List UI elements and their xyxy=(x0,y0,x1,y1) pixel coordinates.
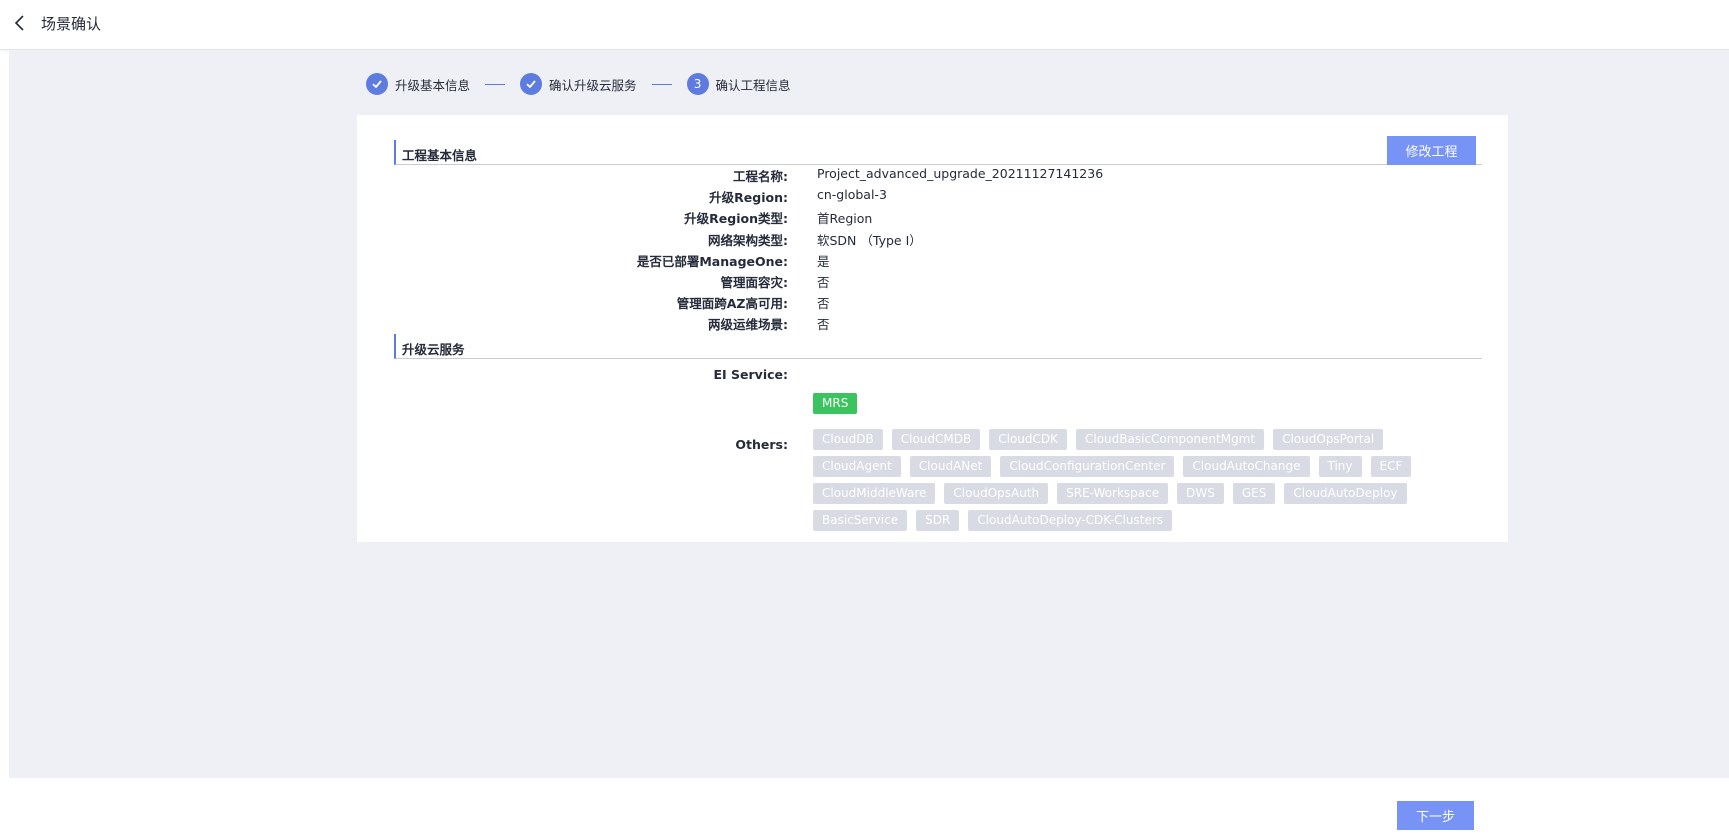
step-label: 确认工程信息 xyxy=(715,77,791,93)
others-label: Others: xyxy=(735,437,788,452)
info-value: Project_advanced_upgrade_20211127141236 xyxy=(817,166,1104,181)
page-title: 场景确认 xyxy=(41,15,102,33)
service-tag: DWS xyxy=(1177,483,1224,504)
service-tag: CloudAutoChange xyxy=(1183,456,1310,477)
info-value: cn-global-3 xyxy=(817,187,887,203)
service-tag: CloudMiddleWare xyxy=(813,483,936,504)
info-label: 升级Region: xyxy=(709,190,788,206)
info-row: 升级Region类型: 首Region xyxy=(357,206,1508,228)
info-row: 工程名称: Project_advanced_upgrade_2021112714… xyxy=(357,164,1508,186)
service-tag: CloudAutoDeploy xyxy=(1284,483,1407,504)
service-tag: CloudDB xyxy=(813,429,883,450)
section-title-text: 升级云服务 xyxy=(402,342,465,357)
info-row: 管理面跨AZ高可用: 否 xyxy=(357,291,1508,313)
ei-service-label: EI Service: xyxy=(713,367,788,382)
step-connector xyxy=(651,83,672,85)
service-tag: SDR xyxy=(916,510,960,531)
info-label: 工程名称: xyxy=(733,169,788,184)
service-tag: CloudOpsPortal xyxy=(1273,429,1384,450)
others-tag-list: CloudDB CloudCMDB CloudCDK CloudBasicCompon… xyxy=(813,429,1473,537)
service-tag: CloudOpsAuth xyxy=(944,483,1049,504)
info-label: 网络架构类型: xyxy=(708,232,788,248)
service-tag: Tiny xyxy=(1318,456,1362,477)
confirm-card: 工程基本信息 修改工程 工程名称: Project_advanced_upgrad… xyxy=(357,115,1508,542)
service-tag: CloudAutoDeploy-CDK-Clusters xyxy=(968,510,1173,531)
step-2: 确认升级云服务 xyxy=(520,73,637,95)
info-value: 是 xyxy=(817,253,830,269)
info-value: 否 xyxy=(817,317,830,333)
info-label: 两级运维场景: xyxy=(708,317,788,333)
info-row: 管理面容灾: 否 xyxy=(357,270,1508,292)
info-label: 管理面跨AZ高可用: xyxy=(676,296,788,312)
info-label: 管理面容灾: xyxy=(720,275,789,290)
service-tag: CloudBasicComponentMgmt xyxy=(1076,429,1265,450)
info-row: 两级运维场景: 否 xyxy=(357,312,1508,334)
step-connector xyxy=(485,83,506,85)
service-tag: SRE-Workspace xyxy=(1057,483,1169,504)
service-tag: CloudConfigurationCenter xyxy=(1000,456,1175,477)
info-label: 升级Region类型: xyxy=(684,211,788,227)
edit-project-button[interactable]: 修改工程 xyxy=(1387,136,1476,165)
section-title-text: 工程基本信息 xyxy=(402,148,478,163)
check-icon xyxy=(520,73,543,95)
step-1: 升级基本信息 xyxy=(366,73,470,95)
info-row: 升级Region: cn-global-3 xyxy=(357,185,1508,207)
back-arrow-icon[interactable] xyxy=(10,13,30,33)
step-3: 3 确认工程信息 xyxy=(686,73,791,95)
next-step-button[interactable]: 下一步 xyxy=(1397,801,1474,830)
step-label: 升级基本信息 xyxy=(395,77,471,93)
service-tag: ECF xyxy=(1370,456,1412,477)
info-value: 软SDN （Type I） xyxy=(817,232,922,248)
service-tag: CloudANet xyxy=(909,456,992,477)
top-bar: 场景确认 xyxy=(0,0,1729,50)
check-icon xyxy=(366,73,388,95)
section-title-basic-info: 工程基本信息 xyxy=(394,140,1482,165)
content-area: 升级基本信息 确认升级云服务 3 确认工程信息 工程基本信息 修改工程 工程名称… xyxy=(9,50,1729,778)
info-label: 是否已部署ManageOne: xyxy=(636,253,788,269)
info-value: 首Region xyxy=(817,211,873,227)
service-tag: GES xyxy=(1232,483,1276,504)
section-title-services: 升级云服务 xyxy=(394,334,1482,359)
service-tag: CloudAgent xyxy=(813,456,901,477)
footer-bar: 下一步 xyxy=(9,778,1729,840)
service-tag: BasicService xyxy=(813,510,908,531)
service-tag-mrs: MRS xyxy=(813,393,858,414)
info-value: 否 xyxy=(817,296,830,312)
info-row: 是否已部署ManageOne: 是 xyxy=(357,249,1508,271)
service-tag: CloudCMDB xyxy=(891,429,981,450)
ei-service-row: EI Service: xyxy=(357,365,1508,387)
service-tag: CloudCDK xyxy=(989,429,1067,450)
info-value: 否 xyxy=(817,275,830,290)
step-label: 确认升级云服务 xyxy=(549,77,637,93)
step-indicator: 升级基本信息 确认升级云服务 3 确认工程信息 xyxy=(366,72,791,96)
info-row: 网络架构类型: 软SDN （Type I） xyxy=(357,228,1508,250)
step-number: 3 xyxy=(686,73,709,95)
